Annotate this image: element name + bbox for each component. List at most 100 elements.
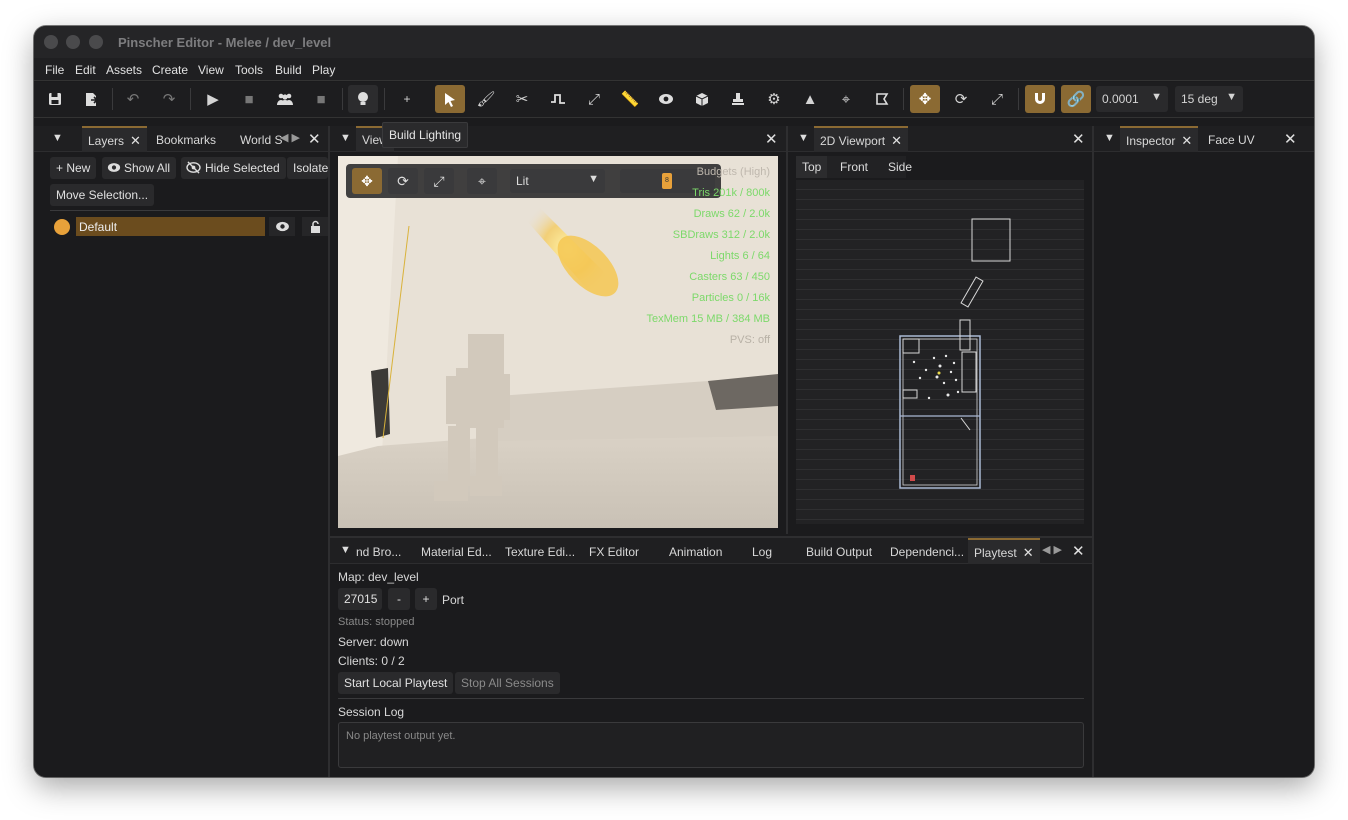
tab-bookmarks[interactable]: Bookmarks: [150, 126, 222, 152]
menu-play[interactable]: Play: [312, 63, 335, 77]
tab-face-uv[interactable]: Face UV: [1202, 126, 1261, 152]
layer-color-dot[interactable]: [54, 219, 70, 235]
tab-fx-editor[interactable]: FX Editor: [583, 538, 645, 564]
map-2d-canvas[interactable]: [796, 180, 1084, 524]
terrain-tool-icon[interactable]: ▲: [795, 85, 825, 113]
cube-tool-icon[interactable]: [687, 85, 717, 113]
tab-build-output[interactable]: Build Output: [800, 538, 878, 564]
save-icon[interactable]: [40, 85, 70, 113]
panel-menu-icon[interactable]: ▼: [52, 132, 63, 144]
menu-build[interactable]: Build: [275, 63, 302, 77]
view-front-tab[interactable]: Front: [834, 156, 874, 178]
move-gizmo-icon[interactable]: ✥: [910, 85, 940, 113]
undo-icon[interactable]: ↶: [118, 85, 148, 113]
redo-icon[interactable]: ↷: [154, 85, 184, 113]
move-selection-button[interactable]: Move Selection...: [50, 184, 155, 206]
menu-view[interactable]: View: [198, 63, 224, 77]
grid-snap-dropdown[interactable]: 0.0001 ▼: [1096, 86, 1168, 112]
menu-file[interactable]: File: [45, 63, 64, 77]
slider-thumb[interactable]: 8: [662, 173, 672, 189]
panel-menu-icon[interactable]: ▼: [798, 132, 809, 144]
menu-edit[interactable]: Edit: [75, 63, 96, 77]
stamp-tool-icon[interactable]: [723, 85, 753, 113]
stop-all-sessions-button[interactable]: Stop All Sessions: [455, 672, 560, 694]
view-top-tab[interactable]: Top: [796, 156, 828, 178]
tab-scroll-arrows-icon[interactable]: ◀ ▶: [1042, 543, 1062, 556]
panel-menu-icon[interactable]: ▼: [1104, 132, 1115, 144]
scale-gizmo-icon[interactable]: ⤢: [424, 168, 454, 194]
multiplayer-icon[interactable]: [270, 85, 300, 113]
snap-magnet-icon[interactable]: [1025, 85, 1055, 113]
rotate-gizmo-icon[interactable]: ⟳: [388, 168, 418, 194]
close-window-button[interactable]: [44, 35, 58, 49]
path-tool-icon[interactable]: [543, 85, 573, 113]
tab-inspector[interactable]: Inspector ✕: [1120, 126, 1199, 152]
brush-tool-icon[interactable]: 🖌: [471, 85, 501, 113]
isolate-button[interactable]: Isolate: [287, 157, 328, 179]
select-tool-icon[interactable]: [435, 85, 465, 113]
render-mode-dropdown[interactable]: Lit ▼: [510, 169, 605, 193]
polygon-tool-icon[interactable]: [867, 85, 897, 113]
move-gizmo-icon[interactable]: ✥: [352, 168, 382, 194]
focus-target-icon[interactable]: ⌖: [467, 168, 497, 194]
start-local-playtest-button[interactable]: Start Local Playtest: [338, 672, 454, 694]
panel-menu-icon[interactable]: ▼: [340, 132, 351, 144]
layer-lock-icon[interactable]: [302, 217, 328, 236]
viewport-3d-render[interactable]: ✥ ⟳ ⤢ ⌖ Lit ▼ 8 Budgets (High) Tris 201k…: [338, 156, 778, 528]
tab-2d-viewport-label: 2D Viewport: [820, 134, 886, 148]
menu-tools[interactable]: Tools: [235, 63, 263, 77]
close-icon[interactable]: ✕: [130, 133, 141, 148]
close-panel-icon[interactable]: ✕: [1072, 542, 1085, 560]
close-icon[interactable]: ✕: [891, 133, 902, 148]
tab-dependencies[interactable]: Dependenci...: [884, 538, 970, 564]
settings-gear-icon[interactable]: ⚙: [759, 85, 789, 113]
port-increment-button[interactable]: +: [415, 588, 437, 610]
tab-log[interactable]: Log: [746, 538, 778, 564]
port-input[interactable]: 27015: [338, 588, 382, 610]
visibility-tool-icon[interactable]: [651, 85, 681, 113]
view-side-tab[interactable]: Side: [882, 156, 918, 178]
session-log-box[interactable]: No playtest output yet.: [338, 722, 1084, 768]
measure-tool-icon[interactable]: 📏: [615, 85, 645, 113]
menu-assets[interactable]: Assets: [106, 63, 142, 77]
add-icon[interactable]: +: [392, 85, 422, 113]
tab-animation[interactable]: Animation: [663, 538, 728, 564]
title-bar: Pinscher Editor - Melee / dev_level: [34, 26, 1314, 58]
stop-server-icon[interactable]: ■: [306, 85, 336, 113]
rotate-gizmo-icon[interactable]: ⟳: [946, 85, 976, 113]
menu-create[interactable]: Create: [152, 63, 188, 77]
new-layer-button[interactable]: + New: [50, 157, 97, 179]
close-panel-icon[interactable]: ✕: [308, 130, 321, 148]
hide-selected-button[interactable]: Hide Selected: [181, 157, 286, 179]
tab-scroll-arrows-icon[interactable]: ◀ ▶: [280, 131, 300, 144]
save-as-icon[interactable]: [76, 85, 106, 113]
build-lighting-icon[interactable]: [348, 85, 378, 113]
show-all-button[interactable]: Show All: [102, 157, 177, 179]
link-icon[interactable]: 🔗: [1061, 85, 1091, 113]
tab-material-editor[interactable]: Material Ed...: [415, 538, 498, 564]
play-icon[interactable]: ▶: [198, 85, 228, 113]
scale-gizmo-icon[interactable]: ⤢: [982, 85, 1012, 113]
layer-name-field[interactable]: Default: [76, 217, 265, 236]
close-panel-icon[interactable]: ✕: [765, 130, 778, 148]
close-panel-icon[interactable]: ✕: [1072, 130, 1085, 148]
clip-tool-icon[interactable]: ✂: [507, 85, 537, 113]
tab-playtest[interactable]: Playtest ✕: [968, 538, 1040, 564]
map-top-view-image: [899, 218, 1011, 489]
close-panel-icon[interactable]: ✕: [1284, 130, 1297, 148]
close-icon[interactable]: ✕: [1023, 545, 1034, 560]
close-icon[interactable]: ✕: [1181, 133, 1192, 148]
layer-visibility-eye-icon[interactable]: [269, 217, 295, 236]
zoom-window-button[interactable]: [89, 35, 103, 49]
minimize-window-button[interactable]: [66, 35, 80, 49]
tab-layers[interactable]: Layers ✕: [82, 126, 147, 152]
port-decrement-button[interactable]: -: [388, 588, 410, 610]
tab-sound-browser[interactable]: nd Bro...: [350, 538, 407, 564]
stop-icon[interactable]: ■: [234, 85, 264, 113]
budget-tris: Tris 201k / 800k: [692, 187, 770, 199]
scale-tool-icon[interactable]: ⤢: [579, 85, 609, 113]
tab-texture-editor[interactable]: Texture Edi...: [499, 538, 581, 564]
crosshair-tool-icon[interactable]: ⌖: [831, 85, 861, 113]
angle-snap-dropdown[interactable]: 15 deg ▼: [1175, 86, 1243, 112]
tab-2d-viewport[interactable]: 2D Viewport ✕: [814, 126, 909, 152]
